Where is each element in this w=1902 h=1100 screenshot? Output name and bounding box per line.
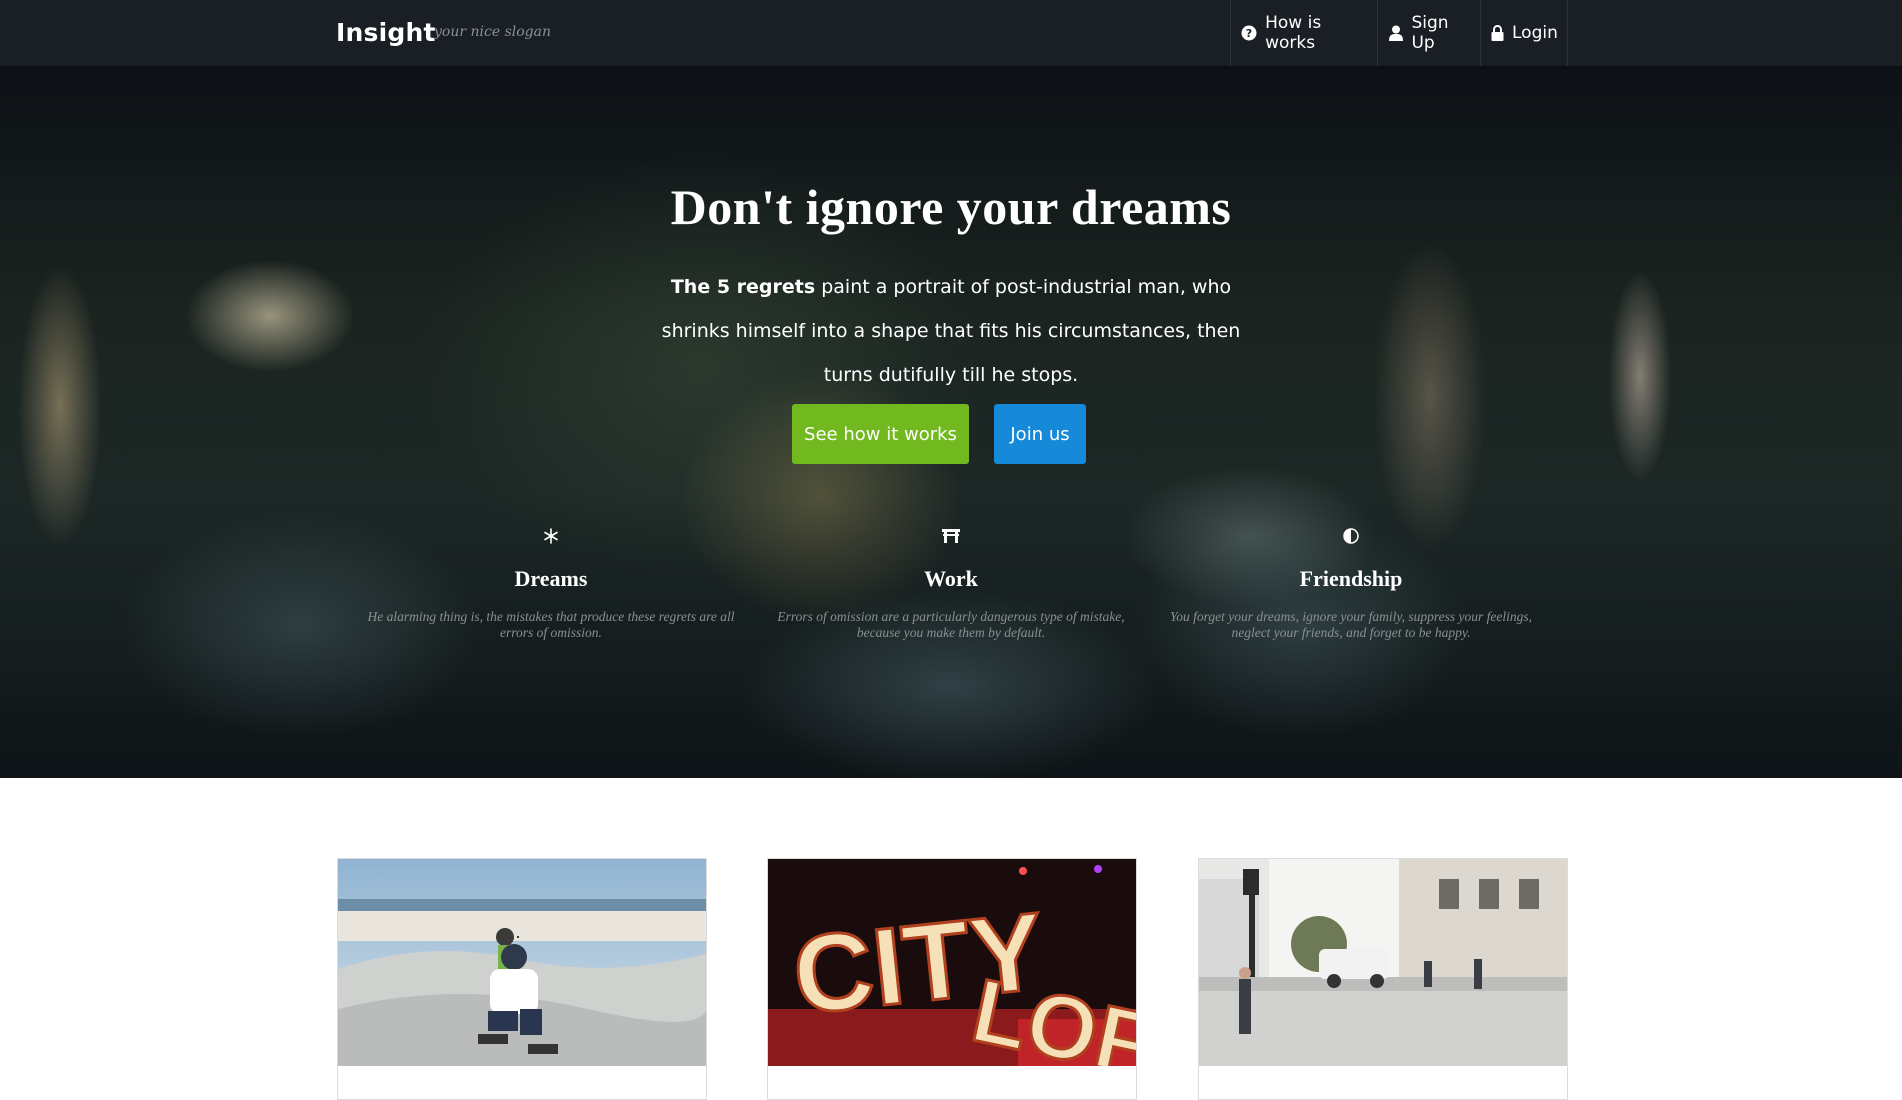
- nav-item-label: Login: [1512, 23, 1558, 43]
- nav-item-login[interactable]: Login: [1481, 0, 1568, 66]
- nav-menu: ? How is works Sign Up Login: [1230, 0, 1568, 66]
- card-street[interactable]: [1198, 858, 1568, 1100]
- question-circle-icon: ?: [1241, 24, 1257, 42]
- feature-title: Work: [924, 566, 978, 591]
- brand-logo[interactable]: Insight: [336, 18, 436, 47]
- top-navbar: Insight your nice slogan ? How is works …: [0, 0, 1902, 67]
- card-skatepark[interactable]: [337, 858, 707, 1100]
- card-city-loft[interactable]: CITY LOFT: [767, 858, 1137, 1100]
- nav-item-label: Sign Up: [1411, 13, 1449, 53]
- nav-item-sign-up[interactable]: Sign Up: [1378, 0, 1481, 66]
- city-loft-sign-photo[interactable]: CITY LOFT: [768, 859, 1136, 1066]
- hero-lead-strong: The 5 regrets: [670, 276, 816, 298]
- user-icon: [1388, 24, 1403, 42]
- hero-lead: The 5 regrets paint a portrait of post-i…: [651, 265, 1251, 397]
- feature-title: Friendship: [1299, 566, 1403, 591]
- feature-text: He alarming thing is, the mistakes that …: [367, 609, 735, 640]
- feature-title: Dreams: [514, 566, 588, 591]
- nav-item-how-it-works[interactable]: ? How is works: [1231, 0, 1378, 66]
- hero-section: Don't ignore your dreams The 5 regrets p…: [0, 66, 1902, 778]
- svg-text:?: ?: [1246, 27, 1252, 40]
- feature-text: Errors of omission are a particularly da…: [777, 609, 1125, 640]
- nav-item-label: How is works: [1265, 13, 1322, 53]
- street-crosswalk-photo[interactable]: [1199, 859, 1567, 1066]
- feature-friendship: Friendship You forget your dreams, ignor…: [1161, 522, 1541, 641]
- feature-dreams: Dreams He alarming thing is, the mistake…: [361, 522, 741, 641]
- see-how-it-works-button[interactable]: See how it works: [792, 404, 969, 464]
- feature-work: Work Errors of omission are a particular…: [761, 522, 1141, 641]
- skatepark-photo[interactable]: [338, 859, 706, 1066]
- hero-title: Don't ignore your dreams: [670, 179, 1232, 235]
- join-us-button[interactable]: Join us: [994, 404, 1086, 464]
- half-circle-icon: [1161, 522, 1541, 550]
- snowflake-icon: [361, 522, 741, 550]
- feature-text: You forget your dreams, ignore your fami…: [1170, 609, 1532, 640]
- bank-icon: [761, 522, 1141, 550]
- brand-slogan: your nice slogan: [434, 24, 551, 40]
- lock-icon: [1491, 24, 1504, 42]
